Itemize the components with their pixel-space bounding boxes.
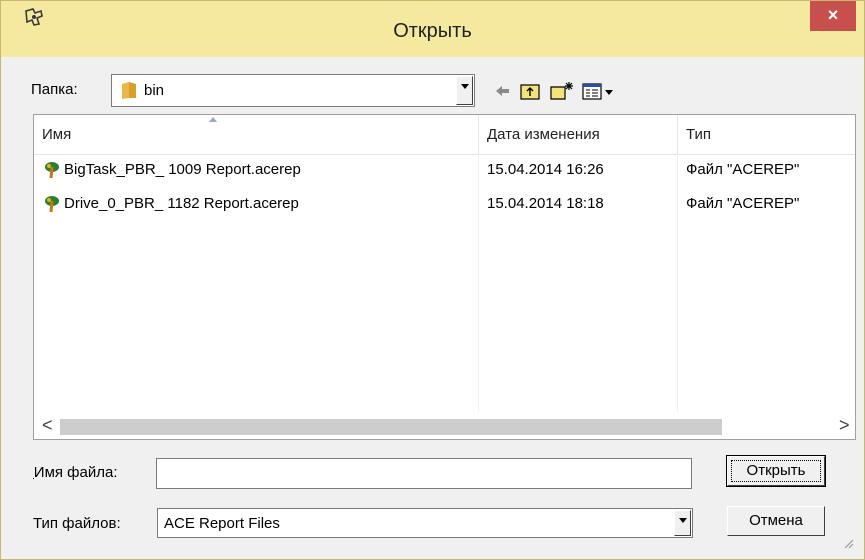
folder-dropdown-button[interactable]	[456, 76, 473, 105]
filetype-value: ACE Report Files	[164, 515, 280, 532]
folder-value: bin	[144, 82, 165, 99]
column-divider[interactable]	[677, 115, 678, 154]
folder-select[interactable]: bin	[111, 74, 475, 107]
column-divider[interactable]	[478, 115, 479, 154]
up-folder-icon[interactable]	[519, 81, 541, 101]
file-name: Drive_0_PBR_ 1182 Report.acerep	[64, 195, 299, 212]
filename-label-text: Имя файла:	[33, 464, 118, 481]
filename-input[interactable]	[156, 458, 692, 489]
filetype-select[interactable]: ACE Report Files	[157, 508, 693, 538]
close-button[interactable]: ×	[810, 1, 856, 31]
scrollbar-thumb[interactable]	[60, 419, 722, 435]
file-date: 15.04.2014 16:26	[487, 161, 604, 178]
resize-grip-icon[interactable]	[842, 537, 854, 549]
acerep-file-icon	[45, 162, 59, 179]
file-date: 15.04.2014 18:18	[487, 195, 604, 212]
dialog-body: Папка: bin Имя Дата изменения Тип BigTas…	[9, 57, 856, 551]
filename-label: ИИмя файла:	[33, 464, 118, 481]
scroll-right-icon[interactable]: >	[839, 415, 850, 436]
title-bar[interactable]: Открыть ×	[1, 1, 864, 57]
new-folder-icon[interactable]	[549, 81, 575, 101]
file-row[interactable]: Drive_0_PBR_ 1182 Report.acerep 15.04.20…	[34, 193, 855, 217]
open-dialog: Открыть × Папка: bin Имя Дата изменения …	[0, 0, 865, 560]
file-type: Файл "ACEREP"	[686, 195, 800, 212]
open-button[interactable]: Открыть	[726, 455, 826, 487]
acerep-file-icon	[45, 196, 59, 213]
column-header-name[interactable]: Имя	[42, 115, 71, 154]
file-row[interactable]: BigTask_PBR_ 1009 Report.acerep 15.04.20…	[34, 159, 855, 183]
scroll-left-icon[interactable]: <	[42, 415, 53, 436]
folder-icon	[122, 82, 136, 99]
column-header-date[interactable]: Дата изменения	[487, 115, 600, 154]
window-title: Открыть	[393, 20, 472, 42]
list-header: Имя Дата изменения Тип	[34, 115, 855, 155]
column-header-type[interactable]: Тип	[686, 115, 711, 154]
file-list[interactable]: Имя Дата изменения Тип BigTask_PBR_ 1009…	[33, 114, 856, 440]
file-name: BigTask_PBR_ 1009 Report.acerep	[64, 161, 301, 178]
folder-label: Папка:	[31, 81, 78, 98]
close-icon: ×	[827, 5, 839, 25]
cancel-button[interactable]: Отмена	[727, 506, 825, 536]
horizontal-scrollbar[interactable]: < >	[34, 412, 855, 439]
view-menu-icon[interactable]	[581, 81, 615, 101]
filetype-label: Тип файлов:	[33, 515, 121, 532]
filetype-dropdown-button[interactable]	[674, 510, 691, 536]
back-arrow-icon[interactable]	[493, 81, 511, 101]
sort-ascending-icon	[209, 117, 217, 122]
file-type: Файл "ACEREP"	[686, 161, 800, 178]
open-button-label: Открыть	[731, 460, 821, 482]
